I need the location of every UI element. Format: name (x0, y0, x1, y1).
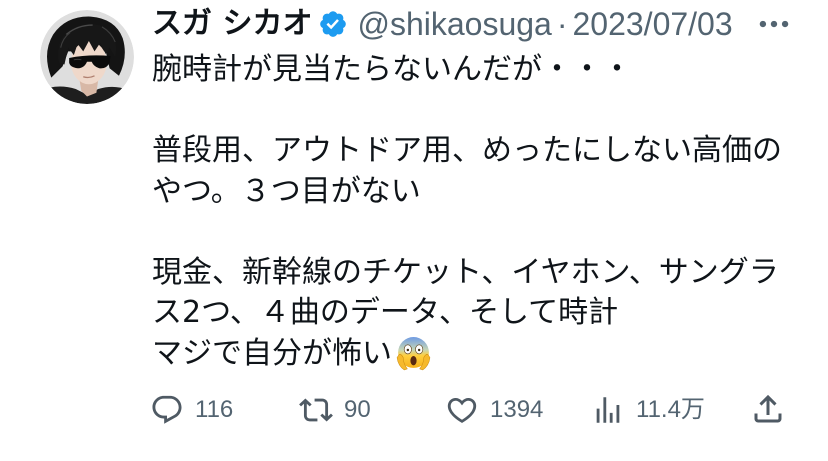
like-count: 1394 (490, 396, 544, 423)
tweet-paragraph: 腕時計が見当たらないんだが・・・ (152, 50, 782, 91)
tweet-text: 腕時計が見当たらないんだが・・・ 普段用、アウトドア用、めったにしない高価の や… (152, 50, 782, 374)
tweet-text-line-content: 現金、新幹線のチケット、イヤホン、サングラ (152, 254, 779, 290)
tweet-text-line-content: ス2つ、４曲のデータ、そして時計 (152, 295, 619, 330)
tweet-text-line: マジで自分が怖い (152, 334, 782, 375)
tweet-text-line-content: 腕時計が見当たらないんだが・・・ (152, 52, 632, 87)
tweet-text-line: やつ。３つ目がない (152, 172, 782, 213)
tweet-text-line-content: やつ。３つ目がない (152, 173, 421, 209)
views-button[interactable]: 11.4万 (591, 393, 705, 427)
retweet-icon[interactable] (299, 393, 333, 427)
tweet-header: スガ シカオ @shikaosuga · 2023/07/03 (152, 4, 733, 44)
tweet-paragraph: 現金、新幹線のチケット、イヤホン、サングラ ス2つ、４曲のデータ、そして時計 マ… (152, 253, 782, 375)
display-name[interactable]: スガ シカオ (152, 4, 312, 44)
user-handle[interactable]: @shikaosuga (357, 4, 551, 44)
face-screaming-in-fear-emoji (396, 337, 431, 371)
more-icon[interactable] (755, 5, 793, 43)
avatar[interactable] (40, 10, 134, 104)
tweet-text-line: 腕時計が見当たらないんだが・・・ (152, 50, 782, 91)
reply-count: 116 (195, 396, 234, 423)
verified-badge-icon (320, 11, 347, 37)
more-button[interactable] (755, 5, 793, 43)
tweet-meta: @shikaosuga · 2023/07/03 (357, 4, 732, 44)
tweet-text-line-content: 普段用、アウトドア用、めったにしない高価の (152, 133, 782, 168)
avatar-photo (40, 10, 134, 104)
retweet-button[interactable]: 90 (299, 393, 371, 427)
reply-button[interactable]: 116 (150, 393, 233, 427)
tweet-paragraph: 普段用、アウトドア用、めったにしない高価の やつ。３つ目がない (152, 131, 782, 212)
tweet-text-line: ス2つ、４曲のデータ、そして時計 (152, 293, 782, 334)
tweet-date[interactable]: 2023/07/03 (572, 4, 732, 44)
views-icon[interactable] (591, 393, 625, 427)
tweet[interactable]: スガ シカオ @shikaosuga · 2023/07/03 腕時計が見当たら… (0, 0, 828, 461)
views-count: 11.4万 (636, 396, 705, 423)
tweet-text-line: 普段用、アウトドア用、めったにしない高価の (152, 131, 782, 172)
share-button[interactable] (750, 392, 786, 426)
meta-separator: · (556, 6, 568, 42)
like-button[interactable]: 1394 (445, 393, 543, 427)
share-icon[interactable] (750, 391, 786, 427)
tweet-text-line-content: マジで自分が怖い (152, 335, 392, 371)
reply-icon[interactable] (150, 393, 184, 427)
like-icon[interactable] (445, 393, 479, 427)
tweet-text-line: 現金、新幹線のチケット、イヤホン、サングラ (152, 253, 782, 294)
retweet-count: 90 (344, 396, 371, 423)
